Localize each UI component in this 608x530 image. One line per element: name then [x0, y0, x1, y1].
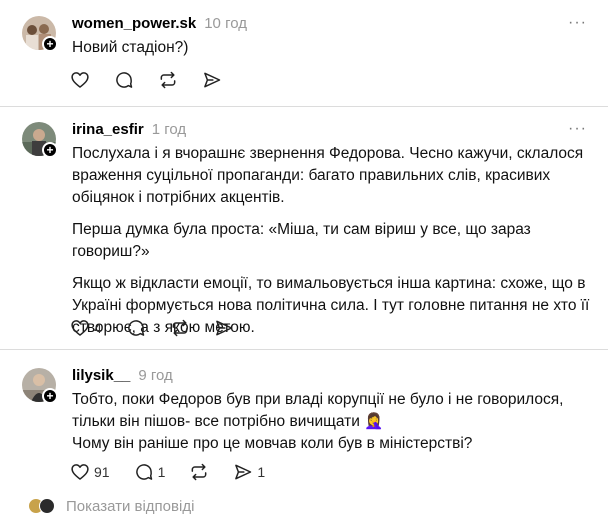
share-button[interactable]	[202, 70, 222, 90]
post-text: Тобто, поки Федоров був при владі корупц…	[72, 389, 600, 455]
post-paragraph: Чому він раніше про це мовчав коли був в…	[72, 435, 473, 452]
post-actions: 91 1 1	[70, 461, 289, 483]
post-paragraph: Послухала і я вчорашнє звернення Федоров…	[72, 145, 584, 206]
username[interactable]: women_power.sk	[72, 15, 196, 32]
repost-icon	[191, 463, 207, 481]
reply-avatars	[28, 497, 58, 515]
post-actions	[70, 69, 246, 91]
comment-icon	[128, 320, 145, 336]
share-icon	[235, 464, 252, 480]
post-3: + lilysik__ 9 год Тобто, поки Федоров бу…	[0, 350, 608, 530]
heart-icon	[71, 320, 89, 336]
username[interactable]: lilysik__	[72, 367, 130, 384]
comment-button[interactable]	[114, 70, 134, 90]
more-icon[interactable]: ···	[568, 15, 587, 31]
like-button[interactable]: 91	[70, 462, 110, 482]
comment-count: 1	[157, 464, 166, 480]
comment-icon	[135, 464, 152, 480]
heart-icon	[71, 464, 89, 480]
comment-button[interactable]	[126, 318, 146, 338]
repost-button[interactable]	[158, 70, 178, 90]
like-count: 4	[94, 320, 102, 336]
comment-icon	[116, 72, 133, 88]
avatar	[39, 498, 55, 514]
avatar[interactable]: +	[22, 122, 62, 162]
like-button[interactable]: 4	[70, 318, 102, 338]
timestamp[interactable]: 1 год	[152, 121, 186, 138]
avatar[interactable]: +	[22, 16, 62, 56]
repost-icon	[160, 71, 176, 89]
follow-plus-icon[interactable]: +	[42, 388, 58, 404]
post-paragraph: Перша думка була проста: «Міша, ти сам в…	[72, 221, 531, 260]
repost-icon	[172, 319, 188, 337]
avatar[interactable]: +	[22, 368, 62, 408]
username[interactable]: irina_esfir	[72, 121, 144, 138]
follow-plus-icon[interactable]: +	[42, 36, 58, 52]
post-actions: 4	[70, 317, 258, 339]
repost-button[interactable]	[170, 318, 190, 338]
like-count: 91	[94, 464, 110, 480]
share-count: 1	[257, 464, 266, 480]
more-icon[interactable]: ···	[568, 121, 587, 137]
post-paragraph: Новий стадіон?)	[72, 39, 189, 56]
show-replies-label[interactable]: Показати відповіді	[66, 498, 194, 515]
post-paragraph: Тобто, поки Федоров був при владі корупц…	[72, 391, 564, 430]
heart-icon	[71, 72, 89, 88]
timestamp[interactable]: 10 год	[204, 15, 247, 32]
post-2: + irina_esfir 1 год ··· Послухала і я вч…	[0, 107, 608, 349]
post-text: Новий стадіон?)	[72, 37, 608, 59]
repost-button[interactable]	[189, 462, 209, 482]
show-replies-button[interactable]: Показати відповіді	[28, 497, 194, 515]
comment-button[interactable]: 1	[134, 462, 166, 482]
share-icon	[204, 72, 221, 88]
share-button[interactable]	[214, 318, 234, 338]
timestamp[interactable]: 9 год	[138, 367, 172, 384]
like-button[interactable]	[70, 70, 90, 90]
post-1: + women_power.sk 10 год ··· Новий стадіо…	[0, 0, 608, 106]
follow-plus-icon[interactable]: +	[42, 142, 58, 158]
post-text: Послухала і я вчорашнє звернення Федоров…	[72, 143, 600, 339]
share-icon	[215, 320, 233, 336]
share-button[interactable]: 1	[233, 462, 265, 482]
